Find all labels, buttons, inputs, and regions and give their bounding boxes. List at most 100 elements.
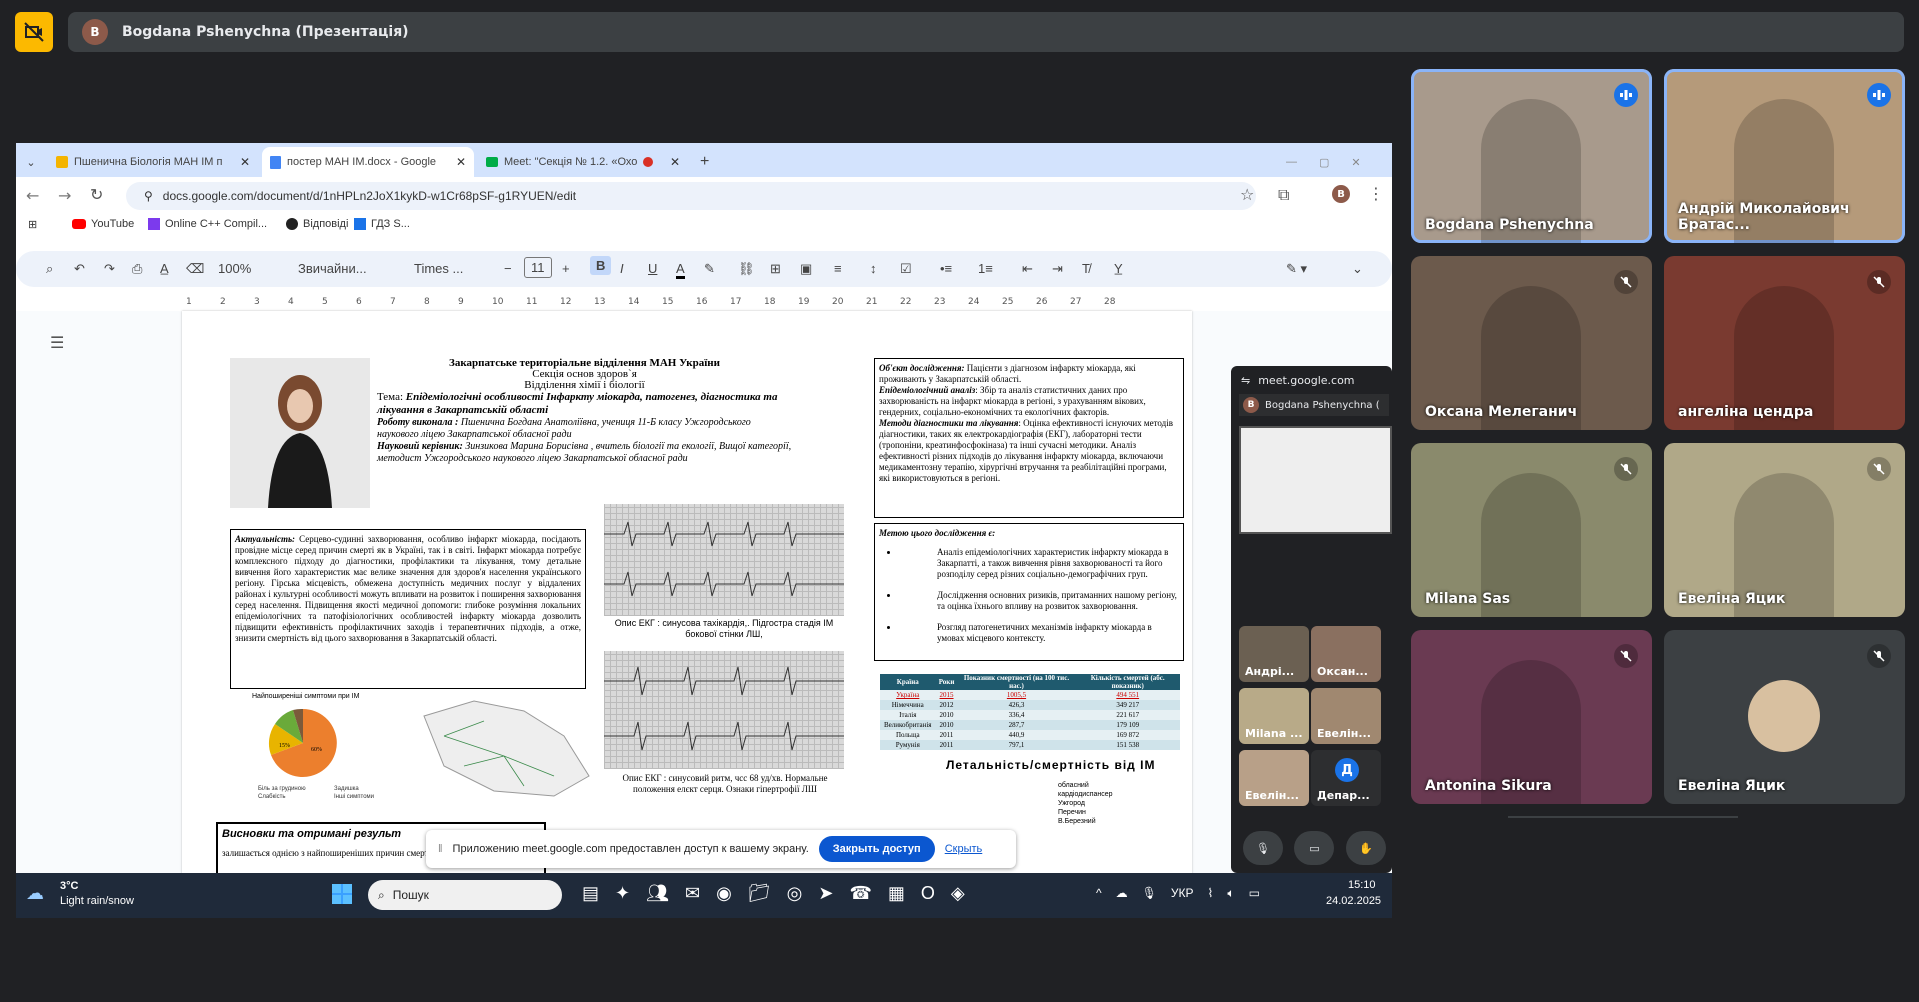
style-select[interactable]: Звичайни... <box>298 261 367 276</box>
text-color-icon[interactable]: A <box>676 261 685 279</box>
edge-icon[interactable]: ◉ <box>716 883 732 904</box>
checklist-icon[interactable]: ☑ <box>900 261 912 277</box>
participant-tile[interactable]: ангеліна цендра <box>1664 256 1905 430</box>
taskbar-search[interactable]: ⌕ Пошук <box>368 880 562 910</box>
url-field[interactable]: ⚲ docs.google.com/document/d/1nHPLn2JoX1k… <box>126 182 1256 210</box>
bold-button[interactable]: B <box>590 256 612 275</box>
hide-notice-link[interactable]: Скрыть <box>945 843 983 855</box>
bookmark-gdz[interactable]: ГДЗ S... <box>354 218 410 230</box>
forward-icon[interactable]: → <box>58 186 71 205</box>
tab-list-button[interactable]: ⌄ <box>18 147 44 177</box>
microphone-tray-icon[interactable]: 🎙︎ <box>1142 886 1157 901</box>
apps-icon[interactable]: ⊞ <box>28 218 37 231</box>
font-select[interactable]: Times ... <box>414 261 463 276</box>
input-tools-icon[interactable]: Y̲ <box>1114 261 1123 276</box>
line-spacing-icon[interactable]: ↕ <box>870 261 877 276</box>
task-view-icon[interactable]: ▤ <box>582 883 599 904</box>
numbered-list-icon[interactable]: 1≡ <box>978 261 993 276</box>
volume-icon[interactable]: 🔈︎ <box>1227 886 1234 901</box>
close-icon[interactable]: ✕ <box>670 155 680 169</box>
close-window-icon[interactable]: ✕ <box>1351 156 1360 169</box>
image-icon[interactable]: ▣ <box>800 261 812 277</box>
clock-date[interactable]: 24.02.2025 <box>1326 895 1381 907</box>
file-explorer-icon[interactable]: 📁︎ <box>748 883 771 904</box>
decrease-size-icon[interactable]: − <box>504 261 512 276</box>
zoom-icon[interactable]: ◈ <box>951 883 965 904</box>
bullet-list-icon[interactable]: •≡ <box>940 261 952 276</box>
print-icon[interactable]: ⎙ <box>132 261 142 277</box>
highlight-icon[interactable]: ✎ <box>704 261 715 277</box>
viber-icon[interactable]: ☎ <box>849 883 871 904</box>
chrome-icon[interactable]: ◎ <box>787 883 803 904</box>
store-icon[interactable]: ▦ <box>888 883 905 904</box>
participant-tile[interactable]: Андрій Миколайович Братас... <box>1664 69 1905 243</box>
paint-format-icon[interactable]: ⌫ <box>186 261 204 277</box>
link-icon[interactable]: ⛓ <box>738 261 755 277</box>
camera-off-badge[interactable] <box>15 12 53 52</box>
outline-icon[interactable]: ☰ <box>50 333 64 352</box>
language-indicator[interactable]: УКР <box>1171 886 1194 901</box>
align-icon[interactable]: ≡ <box>834 261 842 276</box>
mail-icon[interactable]: ✉ <box>685 883 700 904</box>
copilot-icon[interactable]: ✦ <box>615 883 630 904</box>
clock-time[interactable]: 15:10 <box>1348 879 1376 891</box>
presentation-thumbnail[interactable] <box>1239 426 1392 534</box>
participant-thumbnail[interactable]: Евелін... <box>1239 750 1309 806</box>
bookmark-cpp[interactable]: Online C++ Compil... <box>148 218 267 230</box>
participant-tile[interactable]: Евеліна Яцик <box>1664 443 1905 617</box>
extensions-icon[interactable]: ⧉ <box>1278 185 1289 205</box>
tray-arrow-icon[interactable]: ^ <box>1096 886 1102 901</box>
teams-icon[interactable]: 👥︎ <box>646 883 669 904</box>
bookmark-star-icon[interactable]: ☆ <box>1240 185 1254 204</box>
onedrive-icon[interactable]: ☁ <box>1116 886 1128 901</box>
windows-start-icon[interactable] <box>332 884 352 904</box>
opera-icon[interactable]: O <box>921 883 935 904</box>
minimize-icon[interactable]: — <box>1286 156 1297 168</box>
bookmark-youtube[interactable]: YouTube <box>72 218 134 230</box>
mic-button[interactable]: 🎙︎ <box>1242 831 1283 865</box>
edit-mode-icon[interactable]: ✎ ▾ <box>1286 261 1307 277</box>
zoom-select[interactable]: 100% <box>218 261 251 276</box>
search-icon[interactable]: ⌕ <box>46 261 53 277</box>
participant-tile[interactable]: Евеліна Яцик <box>1664 630 1905 804</box>
participant-tile[interactable]: Оксана Мелеганич <box>1411 256 1652 430</box>
drag-handle-icon[interactable]: ‖ <box>438 843 443 855</box>
close-icon[interactable]: ✕ <box>456 155 466 169</box>
comment-icon[interactable]: ⊞ <box>770 261 781 277</box>
undo-icon[interactable]: ↶ <box>74 261 85 277</box>
tab-docs[interactable]: постер МАН ІМ.docx - Google ✕ <box>262 147 474 177</box>
back-icon[interactable]: ← <box>26 186 39 205</box>
camera-button[interactable]: ▭ <box>1294 831 1335 865</box>
tab-meet[interactable]: Meet: "Секція № 1.2. «Охо ✕ <box>478 147 688 177</box>
wifi-icon[interactable]: ⌇ <box>1208 886 1214 901</box>
battery-icon[interactable]: ▭ <box>1249 886 1260 901</box>
participant-thumbnail[interactable]: Евелін... <box>1311 688 1381 744</box>
participant-tile[interactable]: Milana Sas <box>1411 443 1652 617</box>
tab-slides[interactable]: Пшенична Біологія МАН ІМ п ✕ <box>48 147 258 177</box>
close-icon[interactable]: ✕ <box>240 155 250 169</box>
profile-avatar[interactable]: B <box>1332 185 1350 203</box>
underline-button[interactable]: U <box>648 261 657 276</box>
participant-thumbnail[interactable]: Д Депар... <box>1311 750 1381 806</box>
stop-sharing-button[interactable]: Закрыть доступ <box>818 836 935 862</box>
spellcheck-icon[interactable]: A̲ <box>160 261 169 276</box>
decrease-indent-icon[interactable]: ⇤ <box>1022 261 1033 277</box>
collapse-toolbar-icon[interactable]: ⌄ <box>1352 261 1363 277</box>
redo-icon[interactable]: ↷ <box>104 261 115 277</box>
browser-menu-icon[interactable]: ⋮ <box>1368 184 1384 203</box>
new-tab-button[interactable]: + <box>692 147 718 177</box>
participant-tile[interactable]: Antonina Sikura <box>1411 630 1652 804</box>
increase-indent-icon[interactable]: ⇥ <box>1052 261 1063 277</box>
raise-hand-button[interactable]: ✋ <box>1346 831 1387 865</box>
font-size-field[interactable]: 11 <box>524 257 552 278</box>
clear-format-icon[interactable]: T̸ <box>1082 261 1090 276</box>
participant-thumbnail[interactable]: Оксан... <box>1311 626 1381 682</box>
bookmark-answers[interactable]: Відповіді <box>286 218 348 230</box>
telegram-icon[interactable]: ➤ <box>818 883 833 904</box>
italic-button[interactable]: I <box>620 261 624 276</box>
site-info-icon[interactable]: ⚲ <box>144 189 153 203</box>
maximize-icon[interactable]: ▢ <box>1319 156 1329 169</box>
increase-size-icon[interactable]: + <box>562 261 570 276</box>
panel-menu-icon[interactable]: ⇋ <box>1241 374 1250 387</box>
participant-thumbnail[interactable]: Milana ... <box>1239 688 1309 744</box>
